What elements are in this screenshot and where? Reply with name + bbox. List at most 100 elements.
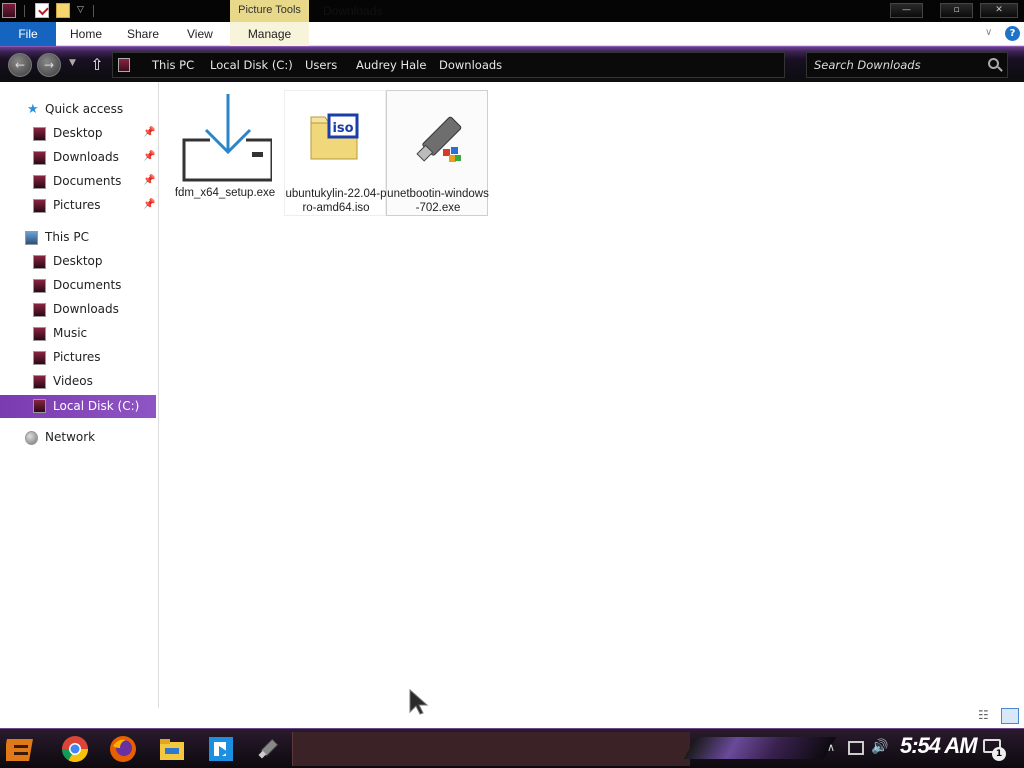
large-icons-view-icon[interactable] [1001,708,1019,724]
downloads-icon [33,151,46,165]
documents-icon [33,279,46,293]
nav-quick-desktop[interactable]: Desktop 📌 [0,123,156,145]
download-arrow-icon [176,92,274,184]
details-view-icon[interactable]: ☷ [978,708,996,722]
breadcrumb-local-disk[interactable]: Local Disk (C:) [210,58,293,72]
address-box[interactable]: This PC Local Disk (C:) Users Audrey Hal… [112,52,785,78]
nav-label: Desktop [53,254,103,268]
nav-label: Downloads [53,150,119,164]
nav-quick-downloads[interactable]: Downloads 📌 [0,147,156,169]
nav-label: Downloads [53,302,119,316]
app-icon[interactable] [206,734,236,764]
breadcrumb-this-pc[interactable]: This PC [152,58,194,72]
search-input[interactable] [814,57,984,73]
usb-drive-icon [389,93,485,185]
nav-label: Pictures [53,198,101,212]
search-box [806,52,1008,78]
folder-location-icon [118,58,130,72]
tab-share[interactable]: Share [127,22,159,46]
nav-quick-documents[interactable]: Documents 📌 [0,171,156,193]
nav-label: This PC [45,230,89,244]
app-icon[interactable] [2,3,16,18]
unetbootin-icon[interactable] [253,734,283,764]
tab-file[interactable]: File [0,22,56,46]
customize-toolbar-chevron-icon[interactable]: ▽ [77,5,84,15]
back-button[interactable]: ← [8,53,32,77]
properties-icon[interactable] [35,3,49,18]
recent-locations-chevron-icon[interactable]: ▼ [69,58,76,68]
help-icon[interactable]: ? [1005,26,1020,41]
volume-icon[interactable]: 🔊 [871,739,888,755]
breadcrumb-user-folder[interactable]: Audrey Hale [356,58,426,72]
nav-pc-music[interactable]: Music [0,323,156,345]
file-name: fdm_x64_setup.exe [174,187,276,199]
tab-view[interactable]: View [187,22,213,46]
search-icon[interactable] [988,58,999,69]
taskbar-decoration [683,737,837,759]
clock[interactable]: 5:54 AM [900,733,978,759]
pin-icon[interactable]: 📌 [143,175,155,186]
breadcrumb-users[interactable]: Users [305,58,337,72]
address-bar-row: ← → ▼ ⇧ This PC Local Disk (C:) Users Au… [0,46,1024,82]
tab-home[interactable]: Home [70,22,102,46]
minimize-button[interactable]: — [890,3,923,18]
iso-file-icon: iso [287,93,383,185]
breadcrumb-downloads[interactable]: Downloads [439,58,502,72]
nav-label: Desktop [53,126,103,140]
nav-label: Documents [53,174,122,188]
nav-label: Pictures [53,350,101,364]
desktop-icon [33,255,46,269]
computer-icon [25,231,38,245]
file-explorer-icon[interactable] [157,734,187,764]
nav-label: Network [45,430,96,444]
taskbar-empty-area [292,732,690,766]
title-bar: ▽ Picture Tools Downloads — ▫ ✕ [0,0,1024,22]
forward-button[interactable]: → [37,53,61,77]
nav-pc-pictures[interactable]: Pictures [0,347,156,369]
separator [93,5,94,17]
chrome-icon[interactable] [60,734,90,764]
file-item[interactable]: unetbootin-windows-702.exe [386,90,489,216]
nav-network[interactable]: Network [0,427,156,449]
music-icon [33,327,46,341]
separator [24,5,25,17]
nav-label: Music [53,326,88,340]
drive-icon [33,399,46,413]
videos-icon [33,375,46,389]
pin-icon[interactable]: 📌 [143,199,155,210]
navigation-pane: ★ Quick access Desktop 📌 Downloads 📌 Doc… [0,82,159,708]
pin-icon[interactable]: 📌 [143,151,155,162]
nav-pc-desktop[interactable]: Desktop [0,251,156,273]
star-icon: ★ [27,102,39,117]
expand-ribbon-chevron-icon[interactable]: ∨ [985,27,992,38]
svg-text:iso: iso [332,121,353,136]
notification-badge: 1 [992,747,1006,761]
window-title: Downloads [323,4,383,18]
nav-pc-downloads[interactable]: Downloads [0,299,156,321]
nav-pc-local-disk[interactable]: Local Disk (C:) [0,395,156,418]
nav-pc-documents[interactable]: Documents [0,275,156,297]
downloads-icon [33,303,46,317]
new-folder-icon[interactable] [56,3,70,18]
nav-label: Documents [53,278,122,292]
up-arrow-icon[interactable]: ⇧ [88,55,106,75]
file-item[interactable]: iso ubuntukylin-22.04-pro-amd64.iso [284,90,387,216]
file-name: ubuntukylin-22.04-pro-amd64.iso [285,188,387,214]
pictures-icon [33,351,46,365]
file-list: fdm_x64_setup.exe iso ubuntukylin-22.04-… [160,82,1024,708]
maximize-button[interactable]: ▫ [940,3,973,18]
close-button[interactable]: ✕ [980,3,1018,18]
tab-manage[interactable]: Manage [230,22,309,46]
start-icon[interactable] [6,733,40,765]
nav-quick-access[interactable]: ★ Quick access [0,99,156,121]
file-item[interactable]: fdm_x64_setup.exe [174,90,276,216]
firefox-icon[interactable] [108,734,138,764]
pin-icon[interactable]: 📌 [143,127,155,138]
show-hidden-icons-chevron-icon[interactable]: ∧ [827,741,835,754]
nav-quick-pictures[interactable]: Pictures 📌 [0,195,156,217]
nav-pc-videos[interactable]: Videos [0,371,156,393]
network-status-icon[interactable] [848,741,864,755]
nav-label: Local Disk (C:) [53,399,140,413]
pictures-icon [33,199,46,213]
nav-this-pc[interactable]: This PC [0,227,156,249]
